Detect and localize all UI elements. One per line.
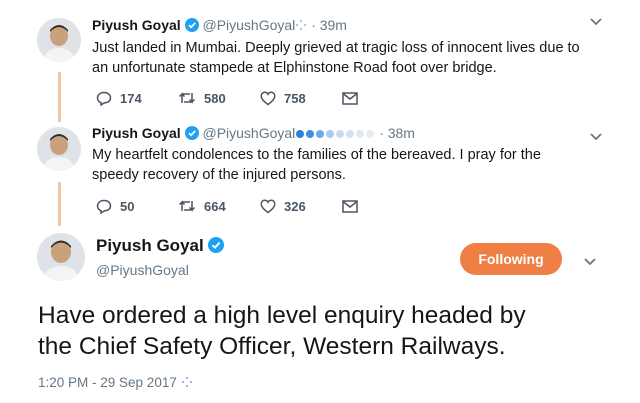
author-name[interactable]: Piyush Goyal — [92, 125, 181, 141]
verified-icon — [184, 18, 199, 35]
verified-icon — [208, 237, 225, 258]
tweet-time[interactable]: · 38m — [379, 125, 415, 141]
retweet-count: 664 — [204, 198, 226, 214]
author-handle[interactable]: @PiyushGoyal — [96, 262, 224, 278]
timestamp-text: 1:20 PM - 29 Sep 2017 — [38, 375, 177, 390]
message-button[interactable] — [342, 199, 366, 213]
author-handle[interactable]: @PiyushGoyal — [202, 125, 295, 141]
tweet-text: Just landed in Mumbai. Deeply grieved at… — [92, 38, 612, 78]
retweet-button[interactable]: 664 — [178, 199, 260, 214]
tweet-header: Piyush Goyal @PiyushGoyal · 38m — [92, 125, 415, 143]
author-name[interactable]: Piyush Goyal — [92, 17, 181, 33]
author-name[interactable]: Piyush Goyal — [96, 236, 204, 255]
reply-count: 174 — [120, 90, 142, 106]
main-tweet-text: Have ordered a high level enquiry headed… — [38, 300, 628, 362]
tweet-actions: 174 580 758 — [96, 90, 396, 106]
loading-dots-icon — [295, 126, 375, 142]
tweet-text-line: an unfortunate stampede at Elphinstone R… — [92, 60, 497, 76]
retweet-count: 580 — [204, 90, 226, 106]
avatar[interactable] — [37, 233, 85, 281]
tweet-text-line: speedy recovery of the injured persons. — [92, 167, 346, 183]
tweet-text: My heartfelt condolences to the families… — [92, 145, 612, 185]
reply-count: 50 — [120, 198, 135, 214]
thread-line — [58, 72, 61, 122]
retweet-icon — [178, 92, 196, 104]
message-button[interactable] — [342, 91, 366, 105]
like-button[interactable]: 758 — [260, 91, 342, 106]
like-count: 758 — [284, 90, 306, 106]
tweet-text-line: the Chief Safety Officer, Western Railwa… — [38, 333, 506, 360]
tweet-timestamp[interactable]: 1:20 PM - 29 Sep 2017 — [38, 375, 193, 391]
reply-icon — [96, 91, 112, 106]
caret-down-icon[interactable] — [589, 14, 603, 32]
reply-button[interactable]: 174 — [96, 91, 178, 106]
tweet-time[interactable]: · 39m — [311, 17, 347, 33]
like-button[interactable]: 326 — [260, 199, 342, 214]
following-button[interactable]: Following — [460, 243, 562, 275]
retweet-icon — [178, 200, 196, 212]
tweet-text-line: My heartfelt condolences to the families… — [92, 147, 541, 163]
loading-dots-icon — [295, 18, 307, 34]
message-icon — [342, 199, 358, 213]
avatar[interactable] — [37, 127, 81, 171]
like-icon — [260, 199, 276, 213]
loading-dots-icon — [181, 376, 193, 391]
retweet-button[interactable]: 580 — [178, 91, 260, 106]
reply-button[interactable]: 50 — [96, 199, 178, 214]
avatar[interactable] — [37, 18, 81, 62]
message-icon — [342, 91, 358, 105]
main-author: Piyush Goyal @PiyushGoyal — [96, 236, 225, 278]
thread-line — [58, 182, 61, 226]
tweet-header: Piyush Goyal @PiyushGoyal · 39m — [92, 17, 347, 35]
like-count: 326 — [284, 198, 306, 214]
tweet-text-line: Have ordered a high level enquiry headed… — [38, 302, 526, 329]
like-icon — [260, 91, 276, 105]
tweet-text-line: Just landed in Mumbai. Deeply grieved at… — [92, 40, 580, 56]
tweet-actions: 50 664 326 — [96, 198, 396, 214]
caret-down-icon[interactable] — [583, 254, 597, 272]
author-handle[interactable]: @PiyushGoyal — [202, 17, 295, 33]
verified-icon — [184, 126, 199, 143]
reply-icon — [96, 199, 112, 214]
